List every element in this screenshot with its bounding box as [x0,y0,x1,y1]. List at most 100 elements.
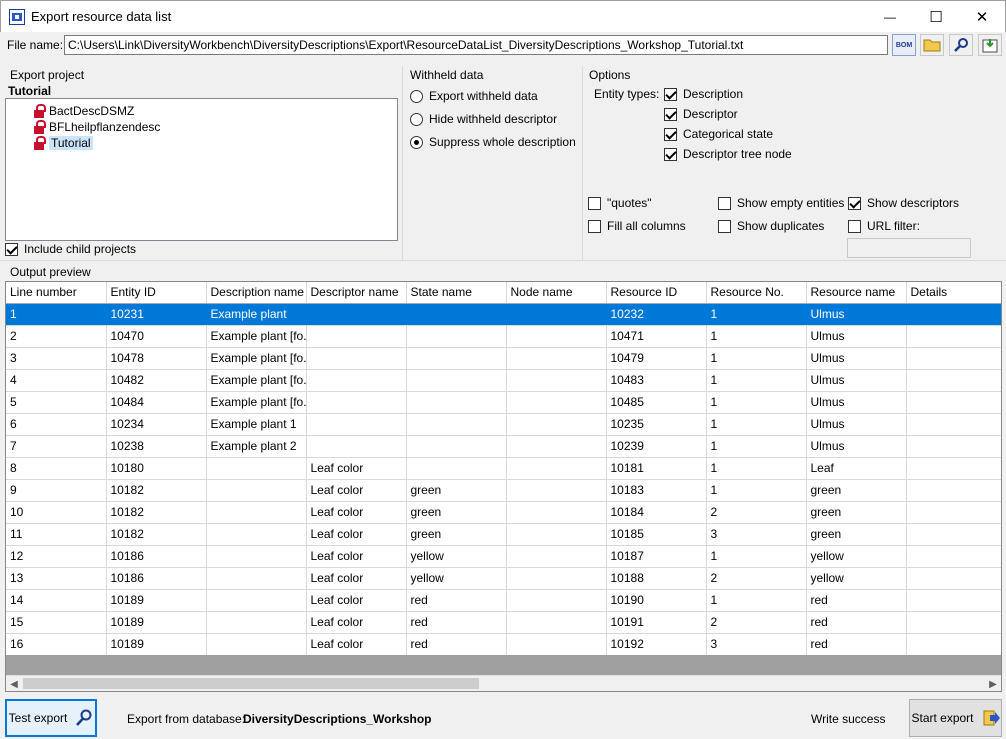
table-cell[interactable]: 10190 [606,589,707,612]
table-cell[interactable]: 10471 [606,325,707,348]
table-cell[interactable]: green [406,501,507,524]
table-cell[interactable]: Example plant 1 [206,413,307,436]
table-cell[interactable]: 10234 [106,413,207,436]
table-cell[interactable] [506,435,607,458]
table-cell[interactable]: Ulmus [806,435,907,458]
close-button[interactable]: ✕ [959,1,1005,32]
table-cell[interactable] [906,567,1001,590]
table-cell[interactable]: 10232 [606,303,707,326]
table-cell[interactable] [406,435,507,458]
table-cell[interactable] [506,523,607,546]
table-cell[interactable] [506,457,607,480]
bom-toggle-button[interactable]: BOM [892,34,916,56]
table-cell[interactable]: 5 [6,391,107,414]
table-cell[interactable]: 10478 [106,347,207,370]
table-cell[interactable]: 1 [706,413,807,436]
table-cell[interactable] [906,479,1001,502]
include-child-projects-checkbox[interactable]: Include child projects [5,242,136,256]
table-cell[interactable] [206,545,307,568]
table-cell[interactable]: Leaf color [306,479,407,502]
table-cell[interactable] [506,589,607,612]
url-filter-input[interactable] [847,238,971,258]
table-cell[interactable]: 10189 [106,633,207,656]
table-cell[interactable]: 1 [706,369,807,392]
table-cell[interactable] [506,325,607,348]
table-cell[interactable] [906,611,1001,634]
table-cell[interactable]: yellow [406,545,507,568]
table-cell[interactable] [906,391,1001,414]
table-cell[interactable]: Leaf [806,457,907,480]
table-cell[interactable]: 2 [706,567,807,590]
table-row[interactable]: 14 10189 Leaf color red 10190 1 red [6,589,1001,612]
table-row[interactable]: 13 10186 Leaf color yellow 10188 2 yellow [6,567,1001,590]
table-cell[interactable] [406,325,507,348]
table-cell[interactable] [506,611,607,634]
table-cell[interactable] [906,633,1001,656]
table-cell[interactable]: 10185 [606,523,707,546]
table-row[interactable]: 11 10182 Leaf color green 10185 3 green [6,523,1001,546]
radio-suppress-whole-description[interactable]: Suppress whole description [410,135,576,149]
table-cell[interactable] [406,369,507,392]
table-cell[interactable]: 10479 [606,347,707,370]
table-cell[interactable] [206,523,307,546]
column-header[interactable]: Entity ID [106,282,207,304]
table-cell[interactable]: 10191 [606,611,707,634]
table-cell[interactable] [506,501,607,524]
table-row[interactable]: 15 10189 Leaf color red 10191 2 red [6,611,1001,634]
table-cell[interactable] [906,369,1001,392]
table-cell[interactable]: 10182 [106,479,207,502]
table-cell[interactable]: 10482 [106,369,207,392]
table-cell[interactable] [206,633,307,656]
save-file-button[interactable] [978,34,1002,56]
table-cell[interactable]: 1 [706,303,807,326]
table-cell[interactable]: green [806,523,907,546]
table-cell[interactable]: 10235 [606,413,707,436]
table-cell[interactable]: Leaf color [306,545,407,568]
table-cell[interactable]: red [806,611,907,634]
table-cell[interactable] [306,435,407,458]
table-cell[interactable]: Leaf color [306,633,407,656]
table-cell[interactable]: 10483 [606,369,707,392]
table-cell[interactable]: red [406,589,507,612]
table-cell[interactable] [306,303,407,326]
table-cell[interactable]: 1 [706,435,807,458]
table-cell[interactable]: 10188 [606,567,707,590]
table-cell[interactable]: 10484 [106,391,207,414]
column-header[interactable]: Description name [206,282,307,304]
table-row[interactable]: 1 10231 Example plant 10232 1 Ulmus [6,303,1001,326]
table-cell[interactable]: 15 [6,611,107,634]
table-cell[interactable]: Example plant [fo... [206,325,307,348]
table-cell[interactable] [906,325,1001,348]
entity-type-description-checkbox[interactable]: Description [664,87,743,101]
table-cell[interactable] [406,303,507,326]
table-cell[interactable]: 10182 [106,523,207,546]
table-cell[interactable]: 1 [706,457,807,480]
table-cell[interactable]: red [406,611,507,634]
table-cell[interactable]: Ulmus [806,369,907,392]
url-filter-checkbox[interactable]: URL filter: [848,219,920,233]
horizontal-scrollbar[interactable]: ◀ ▶ [6,675,1001,691]
entity-type-tree-node-checkbox[interactable]: Descriptor tree node [664,147,792,161]
table-cell[interactable]: Ulmus [806,347,907,370]
table-cell[interactable]: red [406,633,507,656]
table-cell[interactable]: Ulmus [806,325,907,348]
show-empty-entities-checkbox[interactable]: Show empty entities [718,196,844,210]
table-cell[interactable]: 1 [706,479,807,502]
table-cell[interactable]: Example plant 2 [206,435,307,458]
table-cell[interactable]: 16 [6,633,107,656]
search-file-button[interactable] [949,34,973,56]
table-cell[interactable] [906,303,1001,326]
table-cell[interactable]: 1 [706,325,807,348]
entity-type-categorical-state-checkbox[interactable]: Categorical state [664,127,773,141]
column-header[interactable]: Descriptor name [306,282,407,304]
table-cell[interactable] [206,457,307,480]
table-cell[interactable] [406,413,507,436]
table-cell[interactable] [506,567,607,590]
table-cell[interactable]: green [406,523,507,546]
open-folder-button[interactable] [920,34,944,56]
table-cell[interactable]: 3 [706,523,807,546]
quotes-checkbox[interactable]: "quotes" [588,196,652,210]
table-cell[interactable]: yellow [806,567,907,590]
table-cell[interactable]: green [806,479,907,502]
column-header[interactable]: Details [906,282,1001,304]
